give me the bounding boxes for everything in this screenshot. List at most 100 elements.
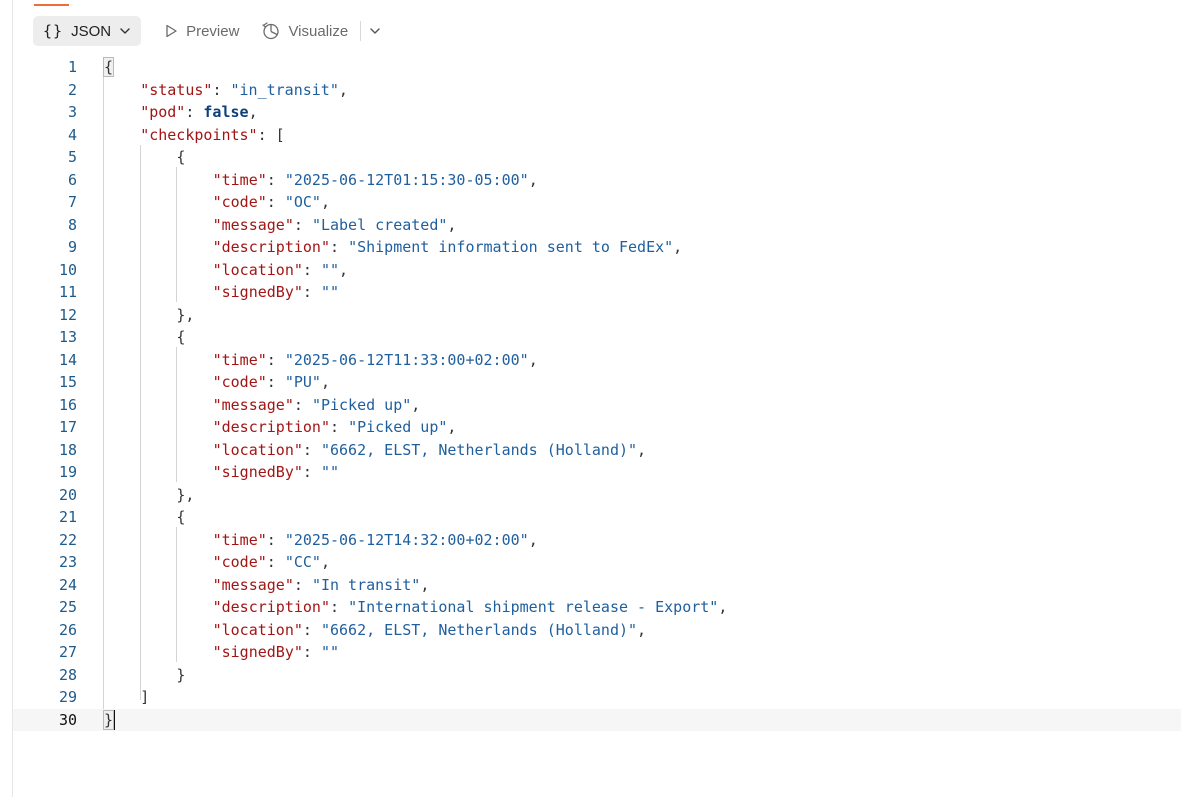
- code-content: "message": "Label created",: [213, 214, 457, 237]
- json-key: "signedBy": [212, 283, 303, 301]
- code-line[interactable]: 20},: [13, 484, 1181, 507]
- chevron-down-icon: [369, 25, 381, 37]
- line-number: 10: [58, 260, 77, 279]
- code-line[interactable]: 2 "status": "in_transit",: [13, 79, 1181, 102]
- json-punctuation: {: [176, 328, 186, 346]
- json-string-value: "In transit": [311, 575, 421, 594]
- line-number: 12: [58, 305, 77, 324]
- code-line[interactable]: 23 "code": "CC",: [13, 551, 1181, 574]
- json-braces-icon: {}: [43, 22, 64, 40]
- json-string-value: "2025-06-12T11:33:00+02:00": [284, 350, 529, 369]
- code-line[interactable]: 17 "description": "Picked up",: [13, 416, 1181, 439]
- code-content: "status": "in_transit",: [140, 79, 348, 102]
- active-tab-indicator: [34, 4, 69, 6]
- line-number: 18: [58, 440, 77, 459]
- json-punctuation: :: [330, 418, 349, 436]
- code-line[interactable]: 14 "time": "2025-06-12T11:33:00+02:00",: [13, 349, 1181, 372]
- line-number: 21: [58, 508, 77, 526]
- code-line[interactable]: 29]: [13, 686, 1181, 709]
- code-content: ]: [140, 686, 149, 709]
- code-line[interactable]: 27 "signedBy": "": [13, 641, 1181, 664]
- json-response-editor[interactable]: 1{2 "status": "in_transit", 3 "pod": false,…: [13, 56, 1181, 796]
- json-punctuation: ,: [447, 418, 457, 436]
- code-content: {: [176, 326, 185, 349]
- json-string-value: "6662, ELST, Netherlands (Holland)": [320, 440, 638, 459]
- json-punctuation: ,: [528, 350, 538, 369]
- visualize-button[interactable]: Visualize: [255, 16, 354, 46]
- json-punctuation: ,: [528, 170, 538, 189]
- line-number: 19: [58, 463, 77, 481]
- json-punctuation: }: [102, 709, 115, 730]
- json-string-value: "OC": [284, 193, 321, 211]
- json-punctuation: ,: [637, 440, 647, 459]
- json-punctuation: ,: [248, 103, 258, 121]
- code-line[interactable]: 8 "message": "Label created",: [13, 214, 1181, 237]
- code-line[interactable]: 9 "description": "Shipment information se…: [13, 236, 1181, 259]
- json-string-value: "": [320, 463, 340, 481]
- line-number: 2: [67, 80, 77, 99]
- code-content: "location": "6662, ELST, Netherlands (Ho…: [213, 439, 646, 462]
- json-key: "location": [212, 260, 303, 279]
- json-punctuation: ]: [140, 688, 150, 706]
- preview-button[interactable]: Preview: [157, 16, 245, 46]
- json-key: "location": [212, 620, 303, 639]
- code-content: "time": "2025-06-12T11:33:00+02:00",: [213, 349, 538, 372]
- code-content: {: [176, 506, 185, 529]
- code-line[interactable]: 7 "code": "OC",: [13, 191, 1181, 214]
- json-punctuation: :: [266, 373, 285, 391]
- code-line[interactable]: 24 "message": "In transit",: [13, 574, 1181, 597]
- code-content: "time": "2025-06-12T01:15:30-05:00",: [213, 169, 538, 192]
- code-line[interactable]: 15 "code": "PU",: [13, 371, 1181, 394]
- json-punctuation: ,: [447, 215, 457, 234]
- code-line[interactable]: 3 "pod": false,: [13, 101, 1181, 124]
- code-content: "time": "2025-06-12T14:32:00+02:00",: [213, 529, 538, 552]
- code-line[interactable]: 10 "location": "",: [13, 259, 1181, 282]
- chevron-down-icon: [119, 25, 131, 37]
- json-punctuation: :: [212, 80, 231, 99]
- visualize-options-dropdown[interactable]: [363, 16, 387, 46]
- code-line[interactable]: 21 {: [13, 506, 1181, 529]
- json-string-value: "": [320, 283, 340, 301]
- line-number: 4: [67, 125, 77, 144]
- json-string-value: "6662, ELST, Netherlands (Holland)": [320, 620, 638, 639]
- json-punctuation: :: [266, 553, 285, 571]
- code-content: "description": "Shipment information sen…: [213, 236, 683, 259]
- code-line[interactable]: 12},: [13, 304, 1181, 327]
- json-key: "description": [212, 238, 330, 256]
- json-punctuation: {: [176, 148, 186, 166]
- code-content: },: [176, 304, 194, 327]
- json-punctuation: :: [293, 395, 312, 414]
- toolbar-divider: [360, 21, 362, 41]
- json-punctuation: :: [302, 283, 321, 301]
- code-line[interactable]: 26 "location": "6662, ELST, Netherlands (…: [13, 619, 1181, 642]
- code-line[interactable]: 22 "time": "2025-06-12T14:32:00+02:00",: [13, 529, 1181, 552]
- code-line[interactable]: 28}: [13, 664, 1181, 687]
- code-content: "location": "6662, ELST, Netherlands (Ho…: [213, 619, 646, 642]
- code-line[interactable]: 13 {: [13, 326, 1181, 349]
- code-line[interactable]: 4 "checkpoints": [: [13, 124, 1181, 147]
- json-punctuation: :: [302, 620, 321, 639]
- json-key: "time": [212, 530, 267, 549]
- code-line[interactable]: 30}: [13, 708, 1181, 731]
- code-line[interactable]: 11 "signedBy": "": [13, 281, 1181, 304]
- json-punctuation: :: [302, 440, 321, 459]
- json-punctuation: ,: [339, 260, 349, 279]
- code-content: "signedBy": "": [213, 461, 339, 484]
- code-content: "pod": false,: [140, 101, 257, 124]
- code-line[interactable]: 19 "signedBy": "": [13, 461, 1181, 484]
- json-punctuation: ,: [338, 80, 348, 99]
- code-line[interactable]: 6 "time": "2025-06-12T01:15:30-05:00",: [13, 169, 1181, 192]
- code-line[interactable]: 18 "location": "6662, ELST, Netherlands (…: [13, 439, 1181, 462]
- code-line[interactable]: 5{: [13, 146, 1181, 169]
- json-string-value: "2025-06-12T14:32:00+02:00": [284, 530, 529, 549]
- json-punctuation: :: [302, 463, 321, 481]
- line-number: 17: [58, 418, 77, 436]
- json-string-value: "PU": [284, 373, 321, 391]
- json-format-label: JSON: [71, 22, 112, 40]
- code-line[interactable]: 1{: [13, 56, 1181, 79]
- code-line[interactable]: 16 "message": "Picked up",: [13, 394, 1181, 417]
- json-format-dropdown[interactable]: {} JSON: [33, 16, 142, 46]
- play-outline-icon: [163, 23, 186, 39]
- code-line[interactable]: 25 "description": "International shipment…: [13, 596, 1181, 619]
- json-string-value: "International shipment release - Export…: [348, 598, 719, 616]
